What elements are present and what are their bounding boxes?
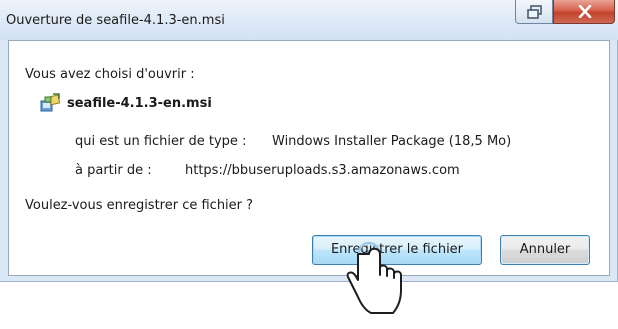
dialog-content: Vous avez choisi d'ouvrir : seafile-4.1.… bbox=[8, 40, 610, 276]
hand-pointer-icon bbox=[346, 241, 402, 314]
save-question: Voulez-vous enregistrer ce fichier ? bbox=[25, 198, 254, 213]
window-title: Ouverture de seafile-4.1.3-en.msi bbox=[6, 13, 225, 28]
page: Ouverture de seafile-4.1.3-en.msi Vous a… bbox=[0, 0, 618, 329]
download-dialog-window: Ouverture de seafile-4.1.3-en.msi Vous a… bbox=[0, 0, 618, 282]
file-type-label: qui est un fichier de type : bbox=[75, 134, 247, 149]
title-bar[interactable]: Ouverture de seafile-4.1.3-en.msi bbox=[0, 0, 618, 40]
source-label: à partir de : bbox=[75, 163, 152, 178]
close-button[interactable] bbox=[553, 0, 615, 24]
source-value: https://bbuseruploads.s3.amazonaws.com bbox=[185, 163, 460, 178]
close-icon bbox=[578, 5, 592, 18]
restore-icon bbox=[527, 5, 542, 19]
intro-text: Vous avez choisi d'ouvrir : bbox=[25, 67, 195, 82]
file-name: seafile-4.1.3-en.msi bbox=[67, 96, 212, 111]
cancel-button[interactable]: Annuler bbox=[500, 235, 590, 265]
file-type-value: Windows Installer Package (18,5 Mo) bbox=[272, 134, 512, 149]
msi-installer-icon bbox=[40, 93, 61, 112]
restore-button[interactable] bbox=[515, 0, 553, 24]
